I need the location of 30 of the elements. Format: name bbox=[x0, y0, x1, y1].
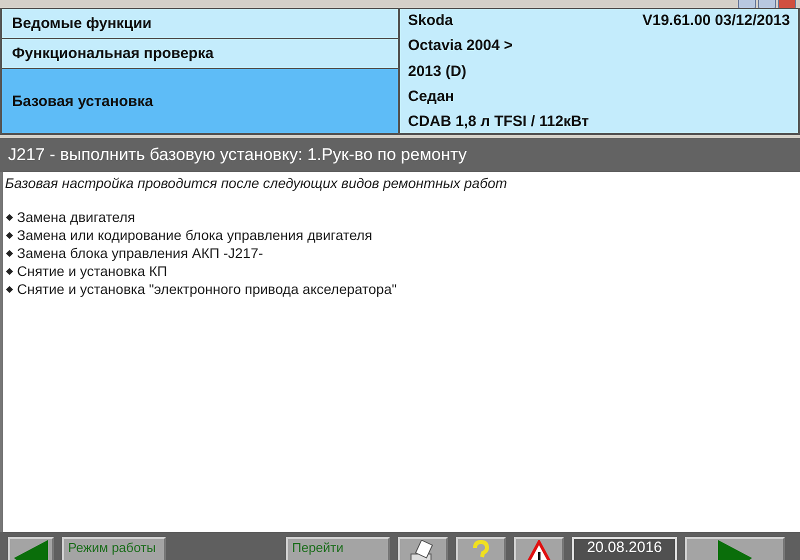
left-arrow-icon bbox=[14, 540, 48, 560]
list-item: Снятие и установка "электронного привода акселератора" bbox=[17, 281, 397, 297]
vehicle-detail: CDAB 1,8 л TFSI / 112кВт bbox=[408, 113, 590, 130]
back-button[interactable] bbox=[8, 537, 54, 560]
help-button[interactable] bbox=[456, 537, 506, 560]
function-menu-item[interactable]: Базовая установка bbox=[2, 69, 398, 133]
vehicle-detail: Седан bbox=[408, 88, 456, 105]
question-mark-icon bbox=[472, 540, 490, 560]
bullet-icon bbox=[6, 231, 14, 239]
bullet-icon bbox=[6, 213, 14, 221]
intro-text: Базовая настройка проводится после следующих видов ремонтных работ bbox=[5, 175, 508, 191]
function-menu-item[interactable]: Функциональная проверка bbox=[2, 39, 398, 68]
list-item: Замена двигателя bbox=[17, 209, 136, 225]
bullet-icon bbox=[6, 285, 14, 293]
bullet-icon bbox=[6, 249, 14, 257]
procedure-title: J217 - выполнить базовую установку: 1.Рук-во по ремонту bbox=[0, 138, 800, 172]
software-version: V19.61.00 03/12/2013 bbox=[642, 12, 790, 29]
list-item: Снятие и установка КП bbox=[17, 263, 168, 279]
function-menu-item[interactable]: Ведомые функции bbox=[2, 9, 398, 38]
bullet-icon bbox=[6, 267, 14, 275]
date-display: 20.08.2016 bbox=[572, 537, 677, 560]
vehicle-make: Skoda bbox=[408, 12, 454, 29]
forward-button[interactable] bbox=[685, 537, 785, 560]
list-item: Замена или кодирование блока управления двигателя bbox=[17, 227, 372, 243]
list-item: Замена блока управления АКП -J217- bbox=[17, 245, 264, 261]
print-button[interactable] bbox=[398, 537, 448, 560]
vehicle-detail: 2013 (D) bbox=[408, 62, 468, 80]
warning-button[interactable] bbox=[514, 537, 564, 560]
vehicle-detail: Octavia 2004 > bbox=[408, 37, 514, 54]
right-arrow-icon bbox=[718, 540, 752, 560]
